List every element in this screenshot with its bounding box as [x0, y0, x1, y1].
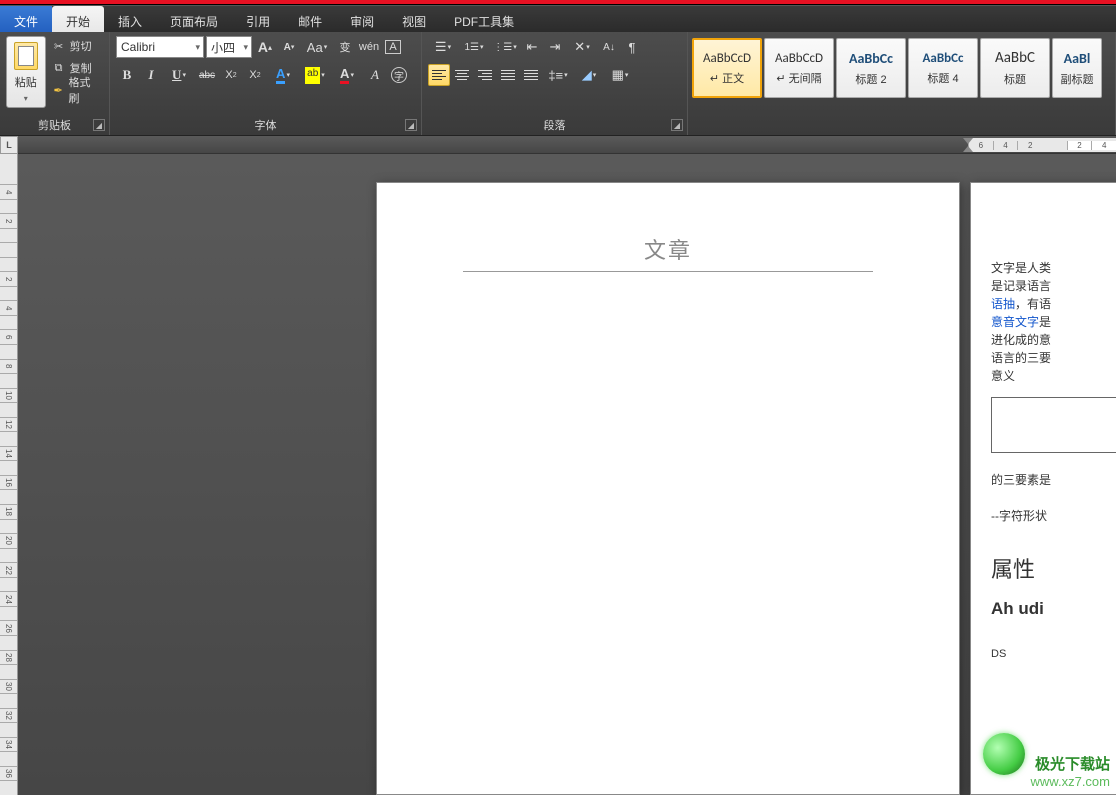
superscript-button[interactable]: X2: [244, 64, 266, 86]
shading-button[interactable]: ◢▾: [574, 64, 604, 86]
first-line-indent-marker[interactable]: [963, 138, 973, 152]
header-text: 文章: [644, 238, 692, 263]
workspace: 4224681012141618202224262830323436 文章 文字…: [0, 154, 1116, 795]
tab-file[interactable]: 文件: [0, 6, 52, 32]
align-distribute-icon: [524, 70, 538, 81]
style-heading2[interactable]: AaBbCc 标题 2: [836, 38, 906, 98]
tab-page-layout[interactable]: 页面布局: [156, 6, 232, 32]
align-left-icon: [432, 70, 446, 81]
grow-font-button[interactable]: A▴: [254, 36, 276, 58]
align-distribute-button[interactable]: [520, 64, 542, 86]
bold-button[interactable]: B: [116, 64, 138, 86]
tab-view[interactable]: 视图: [388, 6, 440, 32]
tab-pdf-toolkit[interactable]: PDF工具集: [440, 6, 528, 32]
text-direction-icon: ✕: [574, 39, 585, 55]
horizontal-ruler[interactable]: 6 4 2 2 4: [968, 138, 1116, 152]
style-normal[interactable]: AaBbCcD ↵ 正文: [692, 38, 762, 98]
tab-home[interactable]: 开始: [52, 6, 104, 32]
page-header[interactable]: 文章: [463, 233, 873, 272]
paste-label: 粘贴: [15, 74, 37, 90]
char-shading-button[interactable]: A: [364, 64, 386, 86]
paint-bucket-icon: ◢: [582, 67, 592, 83]
brush-icon: ✒: [52, 83, 65, 97]
cut-button[interactable]: ✂ 剪切: [48, 36, 103, 56]
style-no-spacing[interactable]: AaBbCcD ↵ 无间隔: [764, 38, 834, 98]
content-box: [991, 397, 1116, 453]
heading-2-text: 属性: [991, 553, 1116, 586]
phonetic-guide-button[interactable]: 变: [334, 36, 356, 58]
align-justify-icon: [501, 70, 515, 81]
bullets-button[interactable]: ☰▾: [428, 36, 458, 58]
subscript-button[interactable]: X2: [220, 64, 242, 86]
outdent-icon: ⇤: [527, 39, 538, 55]
font-launcher[interactable]: ◢: [405, 119, 417, 131]
line-spacing-icon: ‡≡: [548, 68, 563, 83]
align-right-icon: [478, 70, 492, 81]
strikethrough-button[interactable]: abc: [196, 64, 218, 86]
borders-button[interactable]: ▦▾: [605, 64, 635, 86]
style-subtitle[interactable]: AaBl 副标题: [1052, 38, 1102, 98]
ruler-bar: L 6 4 2 2 4: [0, 136, 1116, 154]
align-justify-button[interactable]: [497, 64, 519, 86]
document-area[interactable]: 文章 文字是人类 是记录语言 语抽，有语 意音文字是 进化成的意 语言的三要 意…: [18, 154, 1116, 795]
group-label-font: 字体: [110, 117, 421, 133]
change-case-button[interactable]: Aa▾: [302, 36, 332, 58]
align-center-icon: [455, 70, 469, 81]
shrink-font-button[interactable]: A▾: [278, 36, 300, 58]
tab-insert[interactable]: 插入: [104, 6, 156, 32]
highlight-button[interactable]: ab▾: [300, 64, 330, 86]
increase-indent-button[interactable]: ⇥: [544, 36, 566, 58]
align-left-button[interactable]: [428, 64, 450, 86]
indent-icon: ⇥: [550, 39, 561, 55]
font-size-select[interactable]: 小四: [206, 36, 252, 58]
tab-review[interactable]: 审阅: [336, 6, 388, 32]
group-styles: AaBbCcD ↵ 正文 AaBbCcD ↵ 无间隔 AaBbCc 标题 2 A…: [688, 32, 1116, 135]
underline-button[interactable]: U▾: [164, 64, 194, 86]
numbering-button[interactable]: 1☰▾: [459, 36, 489, 58]
page-2[interactable]: 文字是人类 是记录语言 语抽，有语 意音文字是 进化成的意 语言的三要 意义 的…: [970, 182, 1116, 795]
copy-icon: ⧉: [52, 61, 66, 75]
numbering-icon: 1☰: [464, 42, 479, 53]
tab-stop-selector[interactable]: L: [0, 136, 18, 154]
enclose-char-button[interactable]: 字: [388, 64, 410, 86]
scissors-icon: ✂: [52, 39, 66, 53]
clipboard-launcher[interactable]: ◢: [93, 119, 105, 131]
format-painter-button[interactable]: ✒ 格式刷: [48, 80, 103, 100]
pilcrow-icon: ¶: [629, 40, 636, 55]
borders-icon: ▦: [612, 67, 624, 83]
paste-button[interactable]: 粘贴 ▾: [6, 36, 46, 108]
show-marks-button[interactable]: ¶: [621, 36, 643, 58]
char-border-button[interactable]: A: [382, 36, 404, 58]
bullets-icon: ☰: [435, 39, 447, 55]
paste-icon: [14, 42, 38, 70]
line-spacing-button[interactable]: ‡≡▾: [543, 64, 573, 86]
group-font: Calibri 小四 A▴ A▾ Aa▾ 变 wén A B I U▾ abc …: [110, 32, 422, 135]
italic-button[interactable]: I: [140, 64, 162, 86]
clear-formatting-button[interactable]: wén: [358, 36, 380, 58]
align-center-button[interactable]: [451, 64, 473, 86]
vertical-ruler[interactable]: 4224681012141618202224262830323436: [0, 154, 18, 795]
tab-references[interactable]: 引用: [232, 6, 284, 32]
tab-mail[interactable]: 邮件: [284, 6, 336, 32]
style-heading4[interactable]: AaBbCc 标题 4: [908, 38, 978, 98]
multilevel-list-button[interactable]: ⋮☰▾: [490, 36, 520, 58]
group-label-paragraph: 段落: [422, 117, 687, 133]
decrease-indent-button[interactable]: ⇤: [521, 36, 543, 58]
paragraph-launcher[interactable]: ◢: [671, 119, 683, 131]
align-right-button[interactable]: [474, 64, 496, 86]
font-color-button[interactable]: A▾: [332, 64, 362, 86]
text-effects-button[interactable]: A▾: [268, 64, 298, 86]
group-clipboard: 粘贴 ▾ ✂ 剪切 ⧉ 复制 ✒ 格式刷 剪贴板 ◢: [0, 32, 110, 135]
font-family-select[interactable]: Calibri: [116, 36, 204, 58]
style-title[interactable]: AaBbC 标题: [980, 38, 1050, 98]
multilevel-icon: ⋮☰: [493, 42, 512, 53]
sort-icon: A↓: [603, 42, 615, 53]
ribbon: 粘贴 ▾ ✂ 剪切 ⧉ 复制 ✒ 格式刷 剪贴板 ◢: [0, 32, 1116, 136]
menu-bar: 文件 开始 插入 页面布局 引用 邮件 审阅 视图 PDF工具集: [0, 5, 1116, 32]
group-paragraph: ☰▾ 1☰▾ ⋮☰▾ ⇤ ⇥ ✕▾ A↓ ¶ ‡≡▾ ◢▾ ▦▾ 段落 ◢: [422, 32, 688, 135]
sort-button[interactable]: A↓: [598, 36, 620, 58]
text-direction-button[interactable]: ✕▾: [567, 36, 597, 58]
page-1[interactable]: 文章: [376, 182, 960, 795]
heading-3-text: Ah udi: [991, 596, 1116, 622]
